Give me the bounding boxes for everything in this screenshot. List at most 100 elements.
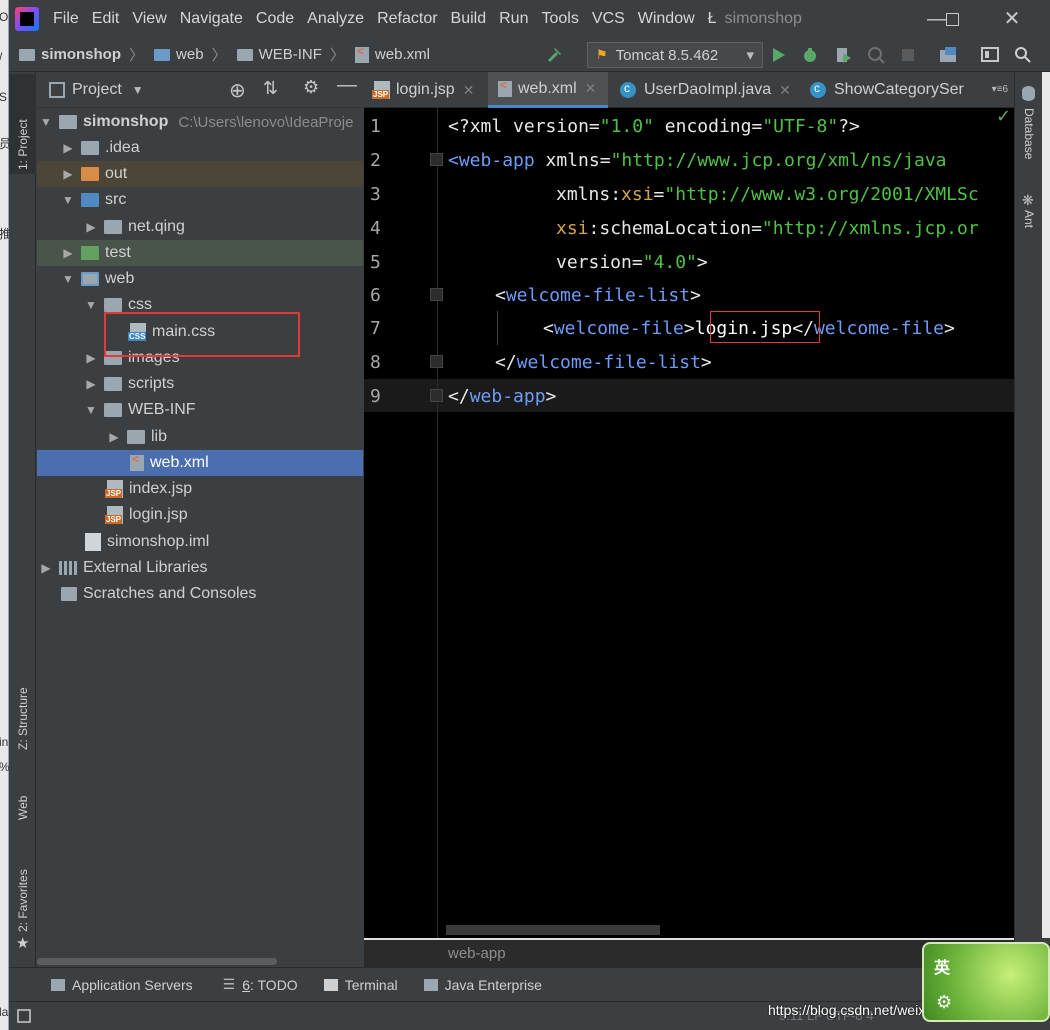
- tree-item-login-jsp[interactable]: JSP login.jsp: [37, 502, 363, 528]
- hide-panel-icon[interactable]: —: [337, 74, 357, 97]
- menu-navigate[interactable]: Navigate: [180, 10, 243, 28]
- tree-item-index-jsp[interactable]: JSP index.jsp: [37, 476, 363, 502]
- chevron-right-icon[interactable]: ▶: [84, 377, 98, 391]
- fold-icon[interactable]: [430, 389, 443, 402]
- tool-tab-web[interactable]: Web: [16, 796, 30, 820]
- editor-horizontal-scrollbar[interactable]: [446, 925, 660, 935]
- close-tab-icon[interactable]: ✕: [779, 82, 791, 99]
- tree-item-src[interactable]: ▼ src: [37, 187, 363, 213]
- breadcrumb-web-app[interactable]: web-app: [448, 945, 506, 962]
- project-view-select[interactable]: Project: [72, 81, 122, 99]
- run-icon[interactable]: [769, 46, 787, 64]
- run-configuration-select[interactable]: ⚑ Tomcat 8.5.462 ▾: [587, 42, 763, 68]
- chevron-down-icon[interactable]: ▼: [61, 193, 75, 207]
- menu-build[interactable]: Build: [451, 10, 487, 28]
- chevron-down-icon[interactable]: ▼: [84, 403, 98, 417]
- chevron-down-icon[interactable]: ▼: [84, 298, 98, 312]
- menu-help-truncated[interactable]: Ł: [708, 10, 717, 28]
- scrollbar-thumb[interactable]: [37, 958, 277, 965]
- close-tab-icon[interactable]: ✕: [585, 80, 597, 97]
- presentation-icon[interactable]: [981, 46, 999, 64]
- chevron-right-icon[interactable]: ▶: [84, 351, 98, 365]
- tree-item-css[interactable]: ▼ css: [37, 292, 363, 318]
- tool-tab-structure[interactable]: Z: Structure: [16, 687, 30, 750]
- chevron-right-icon[interactable]: ▶: [39, 561, 53, 575]
- chevron-right-icon[interactable]: ▶: [61, 167, 75, 181]
- fold-icon[interactable]: [430, 153, 443, 166]
- tree-item-net-qing[interactable]: ▶ net.qing: [37, 214, 363, 240]
- locate-icon[interactable]: ⊕: [229, 78, 246, 103]
- menu-analyze[interactable]: Analyze: [307, 10, 364, 28]
- close-tab-icon[interactable]: ✕: [463, 82, 475, 99]
- tab-web-xml[interactable]: web.xml✕: [488, 72, 608, 108]
- tree-item-root[interactable]: ▼ simonshop C:\Users\lenovo\IdeaProje: [37, 109, 363, 135]
- tool-tab-terminal[interactable]: Terminal: [323, 977, 398, 993]
- stop-icon[interactable]: [899, 46, 917, 64]
- close-window-icon[interactable]: ✕: [989, 0, 1035, 38]
- tree-item-scratches[interactable]: Scratches and Consoles: [37, 581, 363, 607]
- intellij-logo-icon[interactable]: [15, 7, 39, 31]
- tool-tab-favorites[interactable]: 2: Favorites: [16, 869, 30, 932]
- menu-window[interactable]: Window: [638, 10, 695, 28]
- menu-edit[interactable]: Edit: [92, 10, 120, 28]
- tab-user-dao-impl[interactable]: UserDaoImpl.java✕: [610, 72, 798, 108]
- tree-item-idea[interactable]: ▶ .idea: [37, 135, 363, 161]
- chevron-right-icon[interactable]: ▶: [61, 246, 75, 260]
- tree-item-iml[interactable]: simonshop.iml: [37, 529, 363, 555]
- fold-icon[interactable]: [430, 355, 443, 368]
- tree-item-external-libraries[interactable]: ▶ External Libraries: [37, 555, 363, 581]
- tree-item-test[interactable]: ▶ test: [37, 240, 363, 266]
- tree-item-scripts[interactable]: ▶ scripts: [37, 371, 363, 397]
- menu-file[interactable]: File: [53, 10, 79, 28]
- menu-vcs[interactable]: VCS: [592, 10, 625, 28]
- tab-show-category-servlet[interactable]: ShowCategorySer: [800, 72, 980, 108]
- tool-tab-application-servers[interactable]: Application Servers: [51, 977, 193, 993]
- project-structure-icon[interactable]: [939, 46, 957, 64]
- project-horizontal-scrollbar[interactable]: [37, 956, 363, 967]
- profile-icon[interactable]: [867, 46, 885, 64]
- chevron-down-icon[interactable]: ▼: [132, 83, 144, 97]
- tab-login-jsp[interactable]: JSP login.jsp ✕: [364, 72, 486, 108]
- chevron-down-icon[interactable]: ▼: [39, 115, 53, 129]
- tree-item-web-xml[interactable]: web.xml: [37, 450, 363, 476]
- tree-item-lib[interactable]: ▶ lib: [37, 424, 363, 450]
- chevron-right-icon[interactable]: ▶: [61, 141, 75, 155]
- menu-refactor[interactable]: Refactor: [377, 10, 437, 28]
- tree-item-main-css[interactable]: CSS main.css: [37, 319, 363, 345]
- coverage-icon[interactable]: [834, 46, 852, 64]
- breadcrumb-project[interactable]: simonshop 〉: [19, 44, 144, 65]
- gear-icon[interactable]: ⚙: [303, 77, 319, 98]
- debug-icon[interactable]: [801, 46, 819, 64]
- ime-widget[interactable]: 英 ⚙: [922, 942, 1050, 1022]
- search-icon[interactable]: [1014, 46, 1032, 64]
- tool-tab-todo[interactable]: ☰ 6: TODO: [223, 976, 298, 993]
- menu-code[interactable]: Code: [256, 10, 294, 28]
- tool-windows-toggle-icon[interactable]: [17, 1009, 31, 1023]
- xml-file-icon: [498, 78, 512, 97]
- tool-tab-ant[interactable]: Ant: [1022, 210, 1036, 228]
- tree-item-web[interactable]: ▼ web: [37, 266, 363, 292]
- build-hammer-icon[interactable]: [545, 46, 563, 64]
- chevron-right-icon[interactable]: ▶: [84, 220, 98, 234]
- breadcrumb-web[interactable]: web 〉: [154, 44, 227, 65]
- fold-icon[interactable]: [430, 288, 443, 301]
- hidden-tabs-count[interactable]: ▾≡6: [992, 84, 1008, 95]
- menu-view[interactable]: View: [132, 10, 166, 28]
- menu-tools[interactable]: Tools: [541, 10, 578, 28]
- collapse-all-icon[interactable]: ⇅: [263, 78, 278, 99]
- tree-item-out[interactable]: ▶ out: [37, 161, 363, 187]
- code-text: </welcome-file-list>: [495, 351, 712, 373]
- breadcrumb-web-xml[interactable]: web.xml: [354, 44, 430, 63]
- tool-tab-database[interactable]: Database: [1022, 108, 1036, 159]
- maximize-icon[interactable]: [929, 0, 975, 38]
- menu-run[interactable]: Run: [499, 10, 528, 28]
- tool-tab-project[interactable]: 1: Project: [16, 119, 30, 170]
- gear-icon[interactable]: ⚙: [936, 992, 952, 1013]
- tree-item-web-inf[interactable]: ▼ WEB-INF: [37, 397, 363, 423]
- chevron-right-icon[interactable]: ▶: [107, 430, 121, 444]
- chevron-down-icon[interactable]: ▼: [61, 272, 75, 286]
- tool-tab-java-enterprise[interactable]: Java Enterprise: [423, 977, 542, 993]
- tree-item-images[interactable]: ▶ images: [37, 345, 363, 371]
- tree-item-label: .idea: [105, 139, 140, 156]
- breadcrumb-web-inf[interactable]: WEB-INF 〉: [236, 44, 345, 65]
